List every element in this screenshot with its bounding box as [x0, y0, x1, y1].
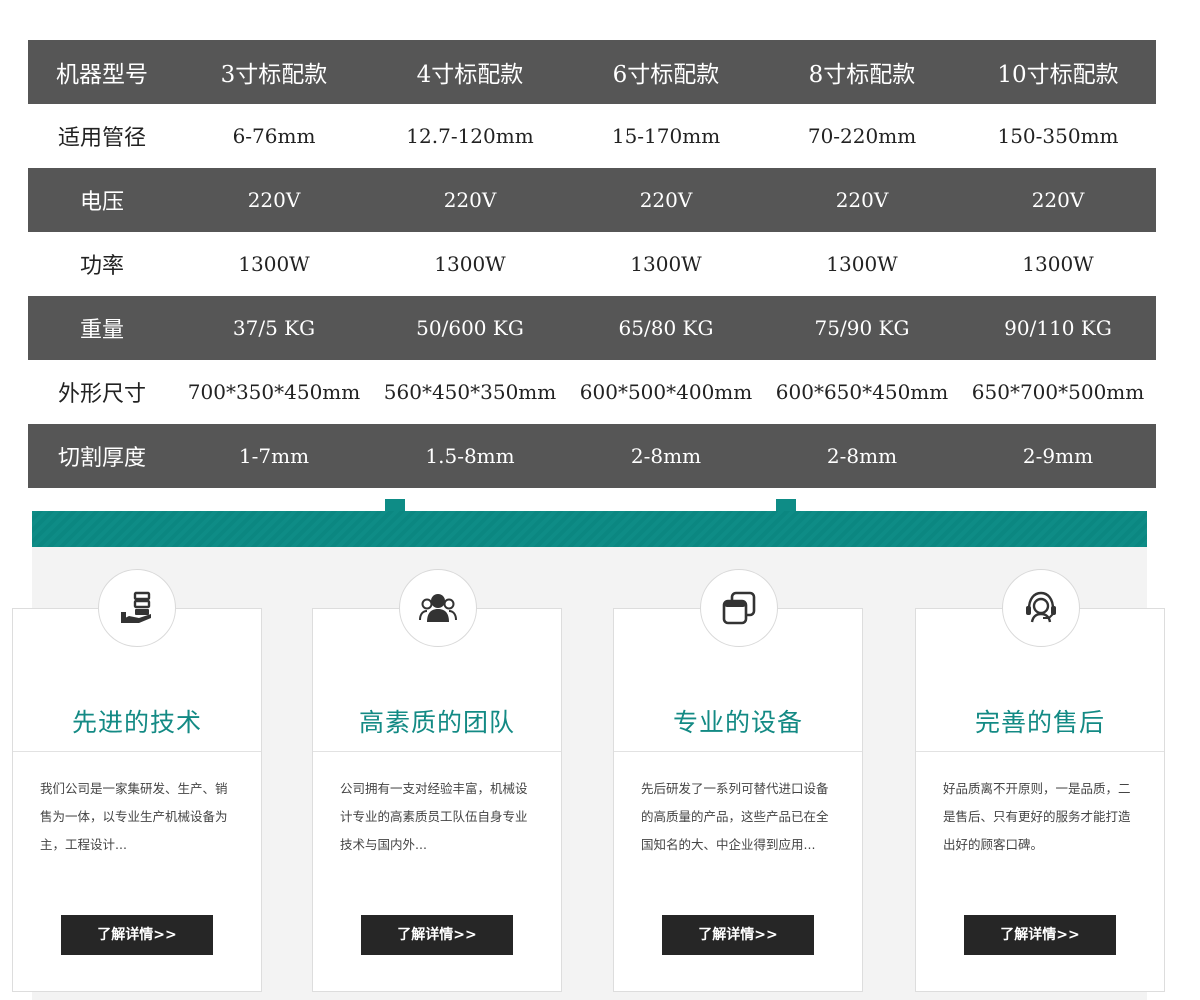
learn-more-button[interactable]: 了解详情>> — [361, 915, 513, 955]
header-cell-6inch: 6寸标配款 — [568, 40, 764, 104]
table-cell: 600*500*400mm — [568, 360, 764, 424]
feature-title: 高素质的团队 — [358, 708, 515, 737]
table-cell: 6-76mm — [176, 104, 372, 168]
spec-row-power: 功率 1300W 1300W 1300W 1300W 1300W — [28, 232, 1156, 296]
header-cell-3inch: 3寸标配款 — [176, 40, 372, 104]
card-divider — [614, 751, 862, 752]
headset-service-icon — [1026, 591, 1056, 623]
feature-description: 先后研发了一系列可替代进口设备的高质量的产品，这些产品已在全国知名的大、中企业得… — [641, 781, 829, 852]
table-cell: 650*700*500mm — [960, 360, 1156, 424]
learn-more-button[interactable]: 了解详情>> — [662, 915, 814, 955]
feature-icon-circle — [98, 569, 176, 647]
feature-title: 专业的设备 — [672, 708, 803, 737]
table-cell: 220V — [764, 168, 960, 232]
feature-title: 先进的技术 — [71, 708, 202, 737]
feature-card-team: 高素质的团队 公司拥有一支对经验丰富，机械设计专业的高素质员工队伍自身专业技术与… — [312, 608, 562, 992]
feature-card-technology: 先进的技术 我们公司是一家集研发、生产、销售为一体，以专业生产机械设备为主，工程… — [12, 608, 262, 992]
card-divider — [916, 751, 1164, 752]
table-cell: 220V — [568, 168, 764, 232]
row-label: 外形尺寸 — [28, 360, 176, 424]
table-cell: 560*450*350mm — [372, 360, 568, 424]
table-cell: 220V — [960, 168, 1156, 232]
row-label: 功率 — [28, 232, 176, 296]
feature-description: 公司拥有一支对经验丰富，机械设计专业的高素质员工队伍自身专业技术与国内外... — [340, 781, 528, 852]
table-cell: 1300W — [176, 232, 372, 296]
table-cell: 2-8mm — [568, 424, 764, 488]
feature-card-after-sales: 完善的售后 好品质离不开原则，一是品质，二是售后、只有更好的服务才能打造出好的顾… — [915, 608, 1165, 992]
spec-table: 机器型号 3寸标配款 4寸标配款 6寸标配款 8寸标配款 10寸标配款 适用管径… — [28, 40, 1156, 488]
spec-row-pipe-diameter: 适用管径 6-76mm 12.7-120mm 15-170mm 70-220mm… — [28, 104, 1156, 168]
table-cell: 600*650*450mm — [764, 360, 960, 424]
table-cell: 2-9mm — [960, 424, 1156, 488]
learn-more-button[interactable]: 了解详情>> — [61, 915, 213, 955]
feature-icon-circle — [399, 569, 477, 647]
table-cell: 1.5-8mm — [372, 424, 568, 488]
table-cell: 90/110 KG — [960, 296, 1156, 360]
teal-divider-band — [32, 511, 1147, 547]
table-cell: 37/5 KG — [176, 296, 372, 360]
table-cell: 220V — [372, 168, 568, 232]
spec-row-dimensions: 外形尺寸 700*350*450mm 560*450*350mm 600*500… — [28, 360, 1156, 424]
header-cell-model: 机器型号 — [28, 40, 176, 104]
learn-more-button[interactable]: 了解详情>> — [964, 915, 1116, 955]
spec-row-voltage: 电压 220V 220V 220V 220V 220V — [28, 168, 1156, 232]
row-label: 电压 — [28, 168, 176, 232]
row-label: 切割厚度 — [28, 424, 176, 488]
table-cell: 700*350*450mm — [176, 360, 372, 424]
table-cell: 1300W — [960, 232, 1156, 296]
table-cell: 65/80 KG — [568, 296, 764, 360]
spec-table-header-row: 机器型号 3寸标配款 4寸标配款 6寸标配款 8寸标配款 10寸标配款 — [28, 40, 1156, 104]
table-cell: 2-8mm — [764, 424, 960, 488]
header-cell-10inch: 10寸标配款 — [960, 40, 1156, 104]
card-divider — [313, 751, 561, 752]
feature-card-equipment: 专业的设备 先后研发了一系列可替代进口设备的高质量的产品，这些产品已在全国知名的… — [613, 608, 863, 992]
header-cell-8inch: 8寸标配款 — [764, 40, 960, 104]
header-cell-4inch: 4寸标配款 — [372, 40, 568, 104]
table-cell: 15-170mm — [568, 104, 764, 168]
table-cell: 150-350mm — [960, 104, 1156, 168]
feature-description: 好品质离不开原则，一是品质，二是售后、只有更好的服务才能打造出好的顾客口碑。 — [943, 781, 1131, 852]
spec-row-cutting-thickness: 切割厚度 1-7mm 1.5-8mm 2-8mm 2-8mm 2-9mm — [28, 424, 1156, 488]
feature-title: 完善的售后 — [974, 708, 1105, 737]
feature-description: 我们公司是一家集研发、生产、销售为一体，以专业生产机械设备为主，工程设计... — [40, 781, 228, 852]
server-hand-icon — [121, 591, 151, 623]
table-cell: 1300W — [764, 232, 960, 296]
feature-icon-circle — [700, 569, 778, 647]
row-label: 适用管径 — [28, 104, 176, 168]
team-icon — [419, 594, 457, 622]
table-cell: 1-7mm — [176, 424, 372, 488]
feature-icon-circle — [1002, 569, 1080, 647]
table-cell: 12.7-120mm — [372, 104, 568, 168]
table-cell: 70-220mm — [764, 104, 960, 168]
table-cell: 50/600 KG — [372, 296, 568, 360]
table-cell: 220V — [176, 168, 372, 232]
row-label: 重量 — [28, 296, 176, 360]
table-cell: 1300W — [372, 232, 568, 296]
table-cell: 1300W — [568, 232, 764, 296]
spec-row-weight: 重量 37/5 KG 50/600 KG 65/80 KG 75/90 KG 9… — [28, 296, 1156, 360]
table-cell: 75/90 KG — [764, 296, 960, 360]
card-divider — [13, 751, 261, 752]
equipment-icon — [722, 591, 756, 625]
